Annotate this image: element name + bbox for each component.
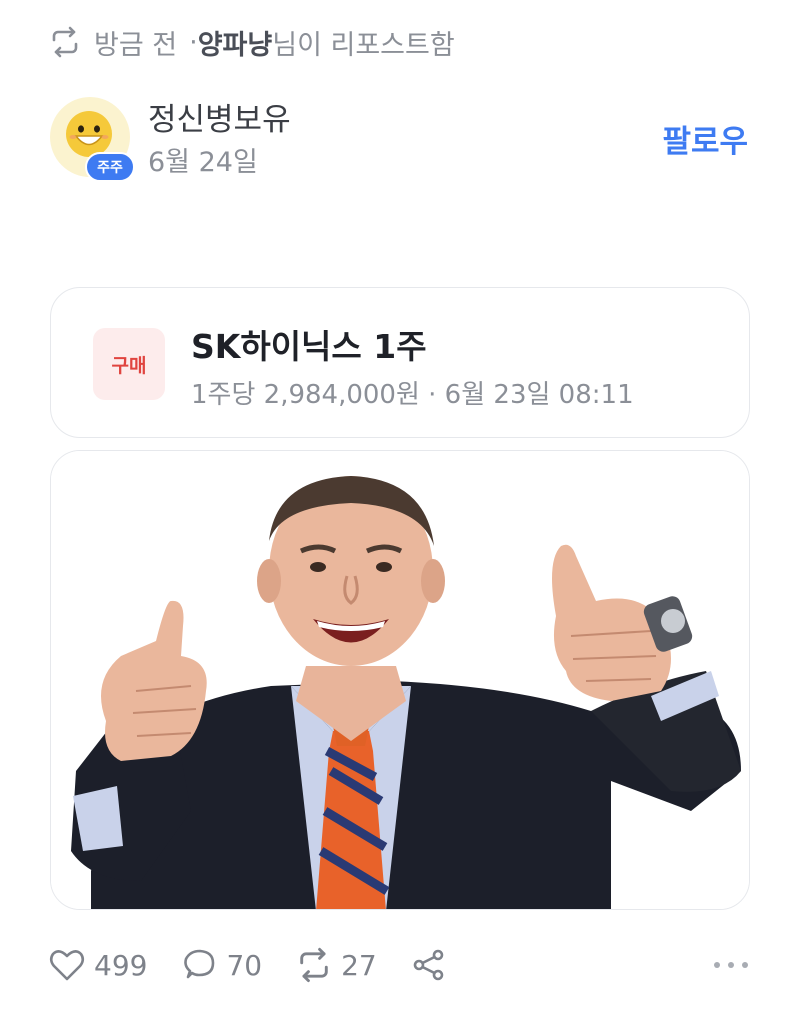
more-dot	[728, 962, 734, 968]
post-date: 6월 24일	[148, 147, 258, 178]
repost-suffix: 님이 리포스트함	[272, 29, 455, 61]
comment-button[interactable]: 70	[180, 946, 262, 984]
repost-user[interactable]: 양파냥	[198, 30, 273, 61]
repost-button[interactable]: 27	[295, 946, 377, 984]
post-image[interactable]	[50, 450, 750, 910]
like-count: 499	[94, 948, 148, 982]
author-name[interactable]: 정신병보유	[148, 94, 291, 139]
heart-icon	[48, 946, 86, 984]
more-icon[interactable]	[714, 955, 748, 975]
share-icon	[410, 946, 448, 984]
post-page: 방금 전 · 양파냥님이 리포스트함 주주 정신병보유 6월 24일 팔로우 구…	[0, 0, 800, 1033]
follow-button[interactable]: 팔로우	[662, 116, 748, 161]
repost-line: 방금 전 · 양파냥님이 리포스트함	[48, 22, 455, 62]
action-bar: 499 70 27	[48, 943, 481, 987]
trade-detail: 1주당 2,984,000원 · 6월 23일 08:11	[191, 380, 634, 410]
trade-title: SK하이닉스 1주	[191, 327, 427, 366]
comment-count: 70	[226, 948, 263, 982]
repost-text: 양파냥님이 리포스트함	[198, 23, 455, 62]
share-button[interactable]	[410, 946, 448, 984]
repost-separator: ·	[189, 26, 198, 58]
trade-card[interactable]: 구매 SK하이닉스 1주 1주당 2,984,000원 · 6월 23일 08:…	[50, 287, 750, 438]
repost-icon	[295, 946, 333, 984]
more-dot	[742, 962, 748, 968]
repost-count: 27	[341, 948, 377, 982]
repost-icon	[48, 25, 82, 59]
shareholder-badge: 주주	[85, 152, 135, 182]
thumbs-up-businessman-photo	[51, 451, 749, 909]
comment-icon	[180, 946, 218, 984]
buy-tag: 구매	[93, 328, 165, 400]
like-button[interactable]: 499	[48, 946, 147, 984]
more-dot	[714, 962, 720, 968]
repost-time: 방금 전	[94, 29, 178, 61]
